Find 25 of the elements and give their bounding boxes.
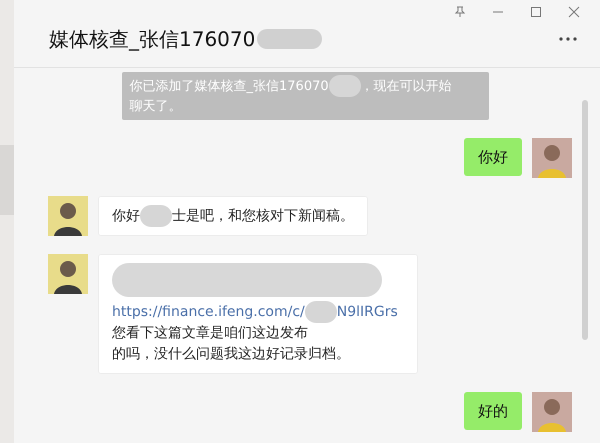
message-text: 你好 [112,206,140,226]
message-text: 你已添加了媒体核查_张信176070 [130,78,329,96]
message-text: 聊天了。 [130,98,182,116]
pin-icon[interactable] [454,6,466,18]
message-text: 您看下这篇文章是咱们这边发布 [112,324,308,343]
message-link[interactable]: https://finance.ifeng.com/c/ [112,302,305,323]
message-text: 的吗，没什么问题我这边好记录归档。 [112,345,350,364]
avatar[interactable] [48,196,88,236]
redaction-blur [328,75,361,97]
panel-edge [0,145,14,215]
close-icon[interactable] [568,6,580,18]
message-text: ，现在可以开始 [360,78,452,96]
message-link[interactable]: N9 [336,302,356,323]
maximize-icon[interactable] [530,6,542,18]
window-title: 媒体核查_张信176070 [49,26,256,53]
redaction-blur [257,29,322,49]
message-text: 士是吧，和您核对下新闻稿。 [172,206,354,226]
avatar[interactable] [48,254,88,294]
more-icon[interactable] [558,36,578,42]
scrollbar[interactable] [582,100,588,340]
redaction-blur [140,205,172,227]
redaction-blur [304,301,337,323]
message-link[interactable]: lIRGrs [356,302,398,323]
message-text: 好的 [478,401,508,422]
message-text: 你好 [478,147,508,168]
